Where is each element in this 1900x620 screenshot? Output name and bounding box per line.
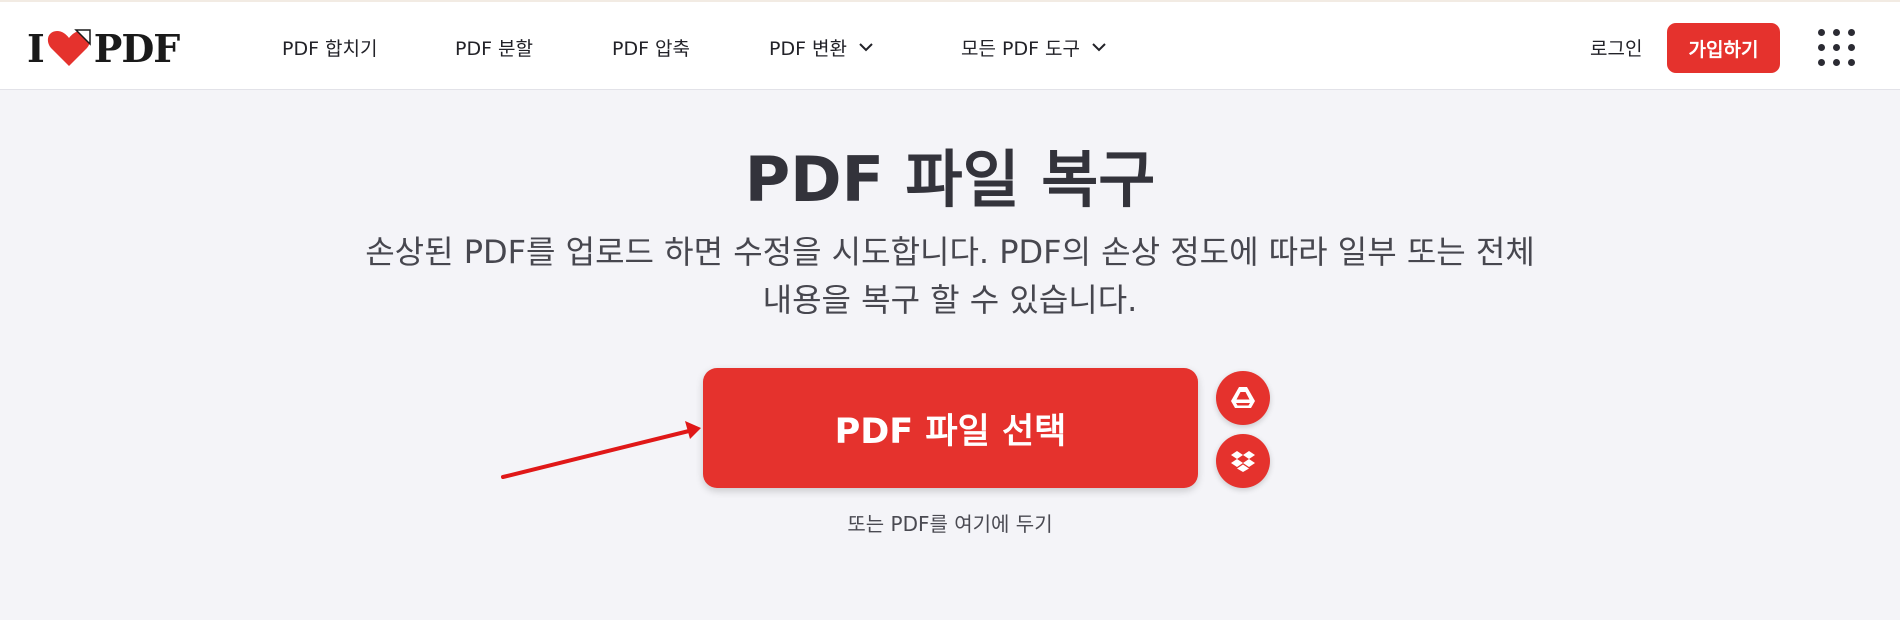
page-description: 손상된 PDF를 업로드 하면 수정을 시도합니다. PDF의 손상 정도에 따… bbox=[350, 228, 1550, 324]
description-line-2: 내용을 복구 할 수 있습니다. bbox=[762, 281, 1138, 319]
nav-split-pdf-label: PDF 분할 bbox=[455, 37, 534, 60]
description-line-1: 손상된 PDF를 업로드 하면 수정을 시도합니다. PDF의 손상 정도에 따… bbox=[365, 233, 1535, 271]
select-pdf-file-label: PDF 파일 선택 bbox=[834, 411, 1067, 452]
google-drive-button[interactable] bbox=[1216, 371, 1270, 425]
nav-all-pdf-tools-label: 모든 PDF 도구 bbox=[961, 37, 1081, 60]
login-label: 로그인 bbox=[1590, 37, 1643, 60]
nav-convert-pdf-label: PDF 변환 bbox=[769, 37, 848, 60]
signup-label: 가입하기 bbox=[1688, 38, 1759, 61]
chevron-down-icon bbox=[859, 42, 873, 51]
grid-menu-icon[interactable] bbox=[1818, 29, 1856, 67]
nav-split-pdf[interactable]: PDF 분할 bbox=[455, 32, 533, 62]
google-drive-icon bbox=[1231, 387, 1255, 408]
logo-letters-pdf: PDF bbox=[93, 25, 181, 71]
annotation-arrow bbox=[501, 421, 701, 479]
signup-button[interactable]: 가입하기 bbox=[1667, 23, 1780, 73]
page-title: PDF 파일 복구 bbox=[744, 143, 1156, 216]
nav-compress-pdf[interactable]: PDF 압축 bbox=[612, 32, 690, 62]
nav-merge-pdf-label: PDF 합치기 bbox=[282, 37, 378, 60]
dropbox-button[interactable] bbox=[1216, 434, 1270, 488]
top-navbar: I PDF PDF 합치기 PDF 분할 PDF 압축 PDF 변환 모든 PD… bbox=[0, 2, 1900, 90]
nav-convert-pdf[interactable]: PDF 변환 bbox=[769, 32, 873, 62]
heart-icon bbox=[47, 29, 91, 66]
nav-merge-pdf[interactable]: PDF 합치기 bbox=[282, 32, 378, 62]
select-pdf-file-button[interactable]: PDF 파일 선택 bbox=[703, 368, 1198, 488]
dropbox-icon bbox=[1231, 451, 1255, 472]
nav-compress-pdf-label: PDF 압축 bbox=[612, 37, 691, 60]
chevron-down-icon bbox=[1092, 42, 1106, 51]
drop-hint: 또는 PDF를 여기에 두기 bbox=[847, 512, 1053, 536]
ilovepdf-logo[interactable]: I PDF bbox=[27, 25, 181, 71]
login-link[interactable]: 로그인 bbox=[1590, 32, 1642, 62]
nav-all-pdf-tools[interactable]: 모든 PDF 도구 bbox=[961, 32, 1106, 62]
logo-letter-i: I bbox=[27, 25, 45, 71]
